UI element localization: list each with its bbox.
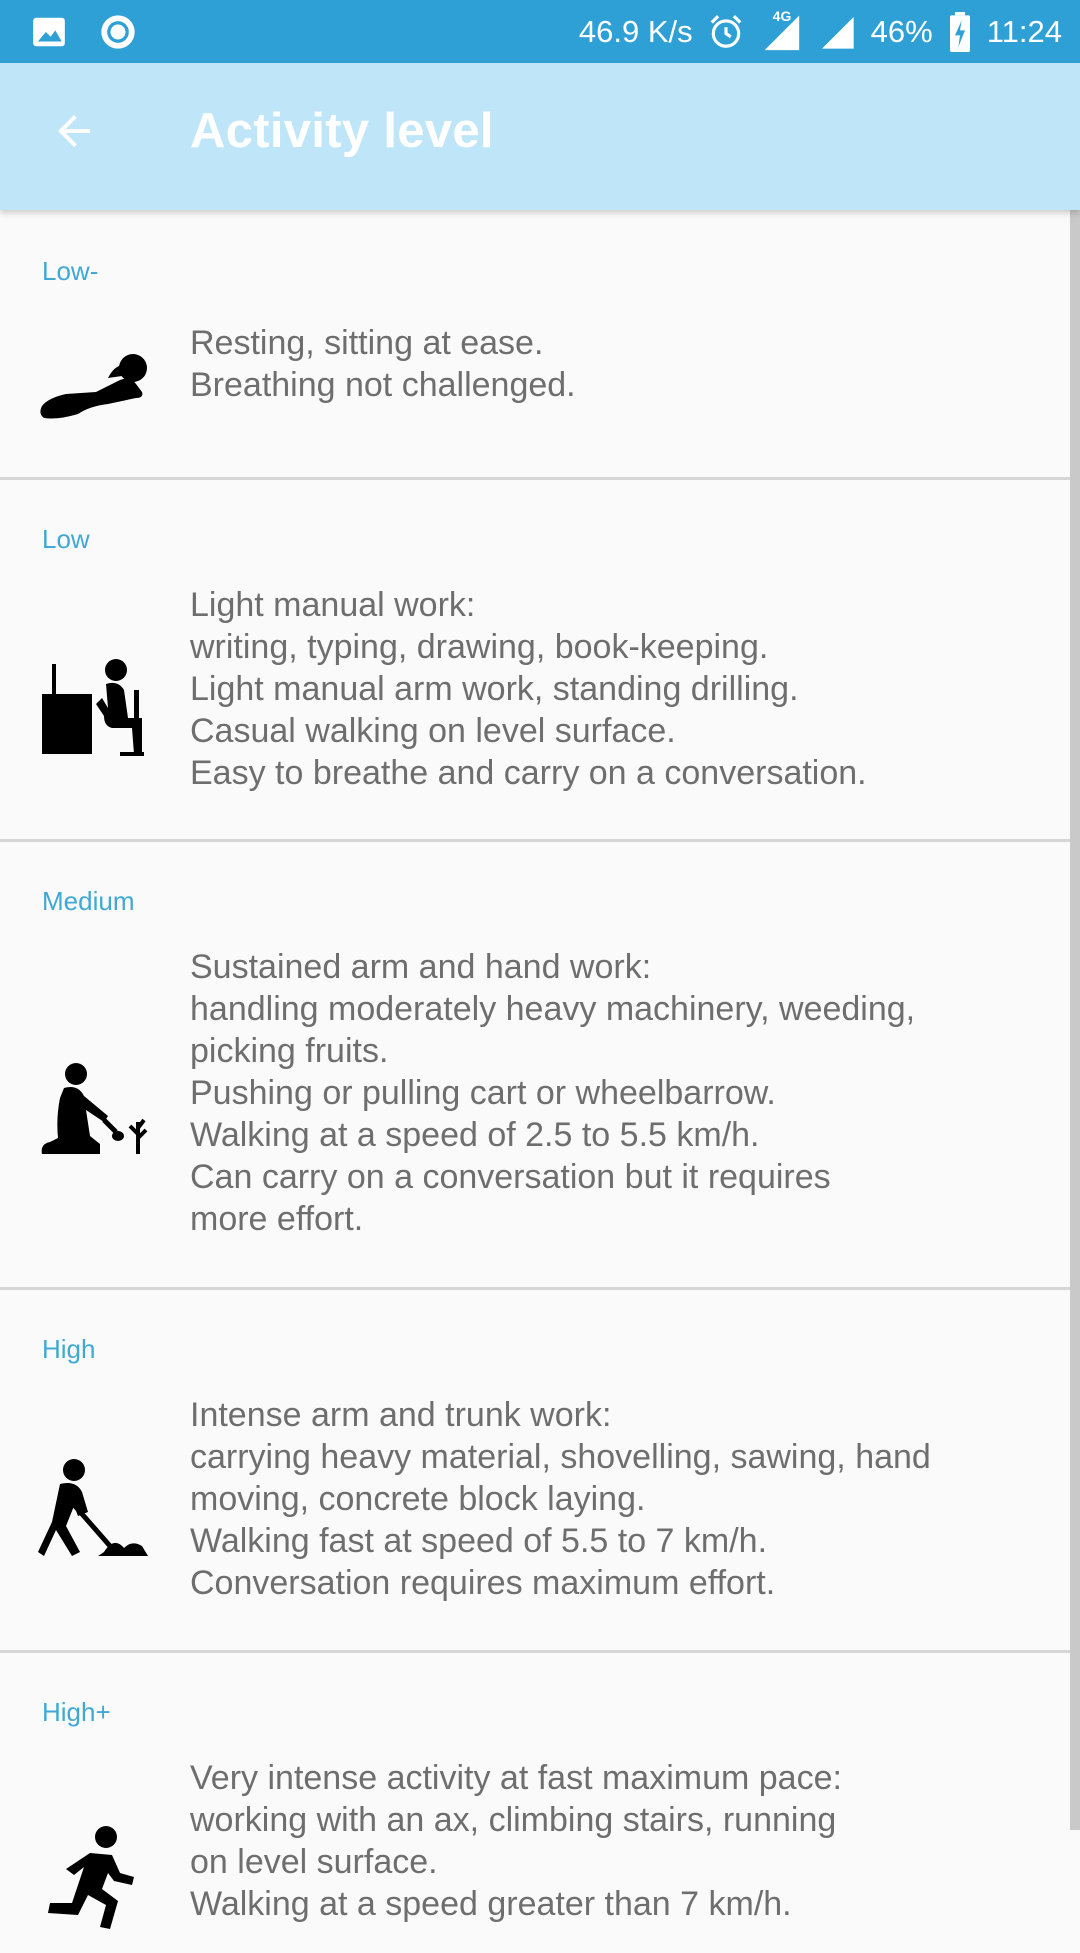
level-label: Low	[42, 524, 90, 554]
record-icon	[98, 12, 138, 52]
level-item-high[interactable]: High Intense arm and trunk work: carryin…	[0, 1290, 1080, 1653]
battery-percent: 46%	[870, 13, 933, 49]
shovelling-person-icon	[38, 1456, 150, 1568]
level-description: Resting, sitting at ease. Breathing not …	[190, 324, 576, 404]
desk-worker-icon	[38, 654, 150, 766]
level-description: Very intense activity at fast maximum pa…	[190, 1759, 842, 1923]
resting-person-icon	[38, 340, 150, 452]
signal-4g-icon: 4G	[759, 8, 803, 52]
running-person-icon	[38, 1823, 150, 1935]
page-title: Activity level	[190, 104, 494, 158]
level-item-low[interactable]: Low Light manual work: writing, typing, …	[0, 480, 1080, 842]
back-button[interactable]	[46, 105, 102, 161]
gardening-person-icon	[38, 1058, 150, 1170]
alarm-icon	[707, 13, 745, 51]
level-label: High+	[42, 1697, 111, 1727]
network-type: 4G	[772, 7, 792, 24]
app-bar: Activity level	[0, 63, 1080, 210]
level-label: Low-	[42, 256, 99, 286]
image-icon	[30, 13, 68, 51]
scrollbar[interactable]	[1070, 210, 1080, 1830]
level-item-medium[interactable]: Medium Sustained arm and hand work: hand…	[0, 842, 1080, 1290]
level-item-low-minus[interactable]: Low- Resting, sitting at ease. Breathing…	[0, 210, 1080, 480]
level-item-high-plus[interactable]: High+ Very intense activity at fast maxi…	[0, 1653, 1080, 1953]
battery-charging-icon	[947, 11, 973, 52]
level-description: Light manual work: writing, typing, draw…	[190, 586, 867, 792]
network-speed: 46.9 K/s	[578, 13, 693, 49]
clock: 11:24	[986, 13, 1062, 49]
level-description: Intense arm and trunk work: carrying hea…	[190, 1396, 931, 1602]
level-description: Sustained arm and hand work: handling mo…	[190, 948, 916, 1238]
level-label: Medium	[42, 886, 135, 916]
signal-icon	[817, 12, 857, 52]
arrow-back-icon	[50, 107, 98, 159]
status-bar: 46.9 K/s 4G 46% 11:24	[0, 0, 1080, 63]
level-label: High	[42, 1334, 96, 1364]
